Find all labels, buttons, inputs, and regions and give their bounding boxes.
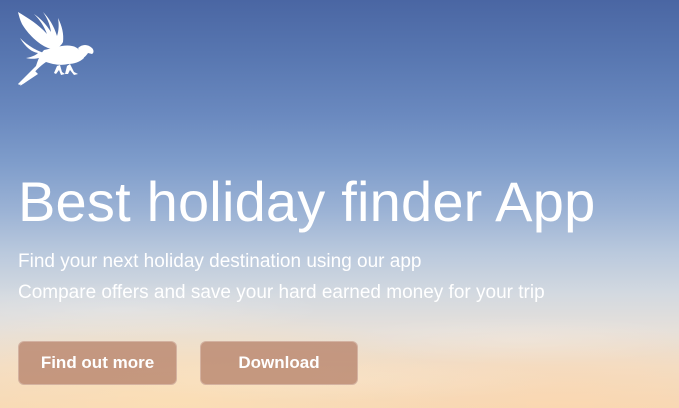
find-out-more-button[interactable]: Find out more: [18, 341, 177, 385]
page-title: Best holiday finder App: [18, 170, 596, 233]
eagle-icon[interactable]: [14, 8, 96, 88]
hero-section: Best holiday finder App Find your next h…: [0, 0, 679, 408]
download-button[interactable]: Download: [200, 341, 358, 385]
subtitle-line-1: Find your next holiday destination using…: [18, 251, 422, 272]
subtitle-line-2: Compare offers and save your hard earned…: [18, 282, 545, 303]
